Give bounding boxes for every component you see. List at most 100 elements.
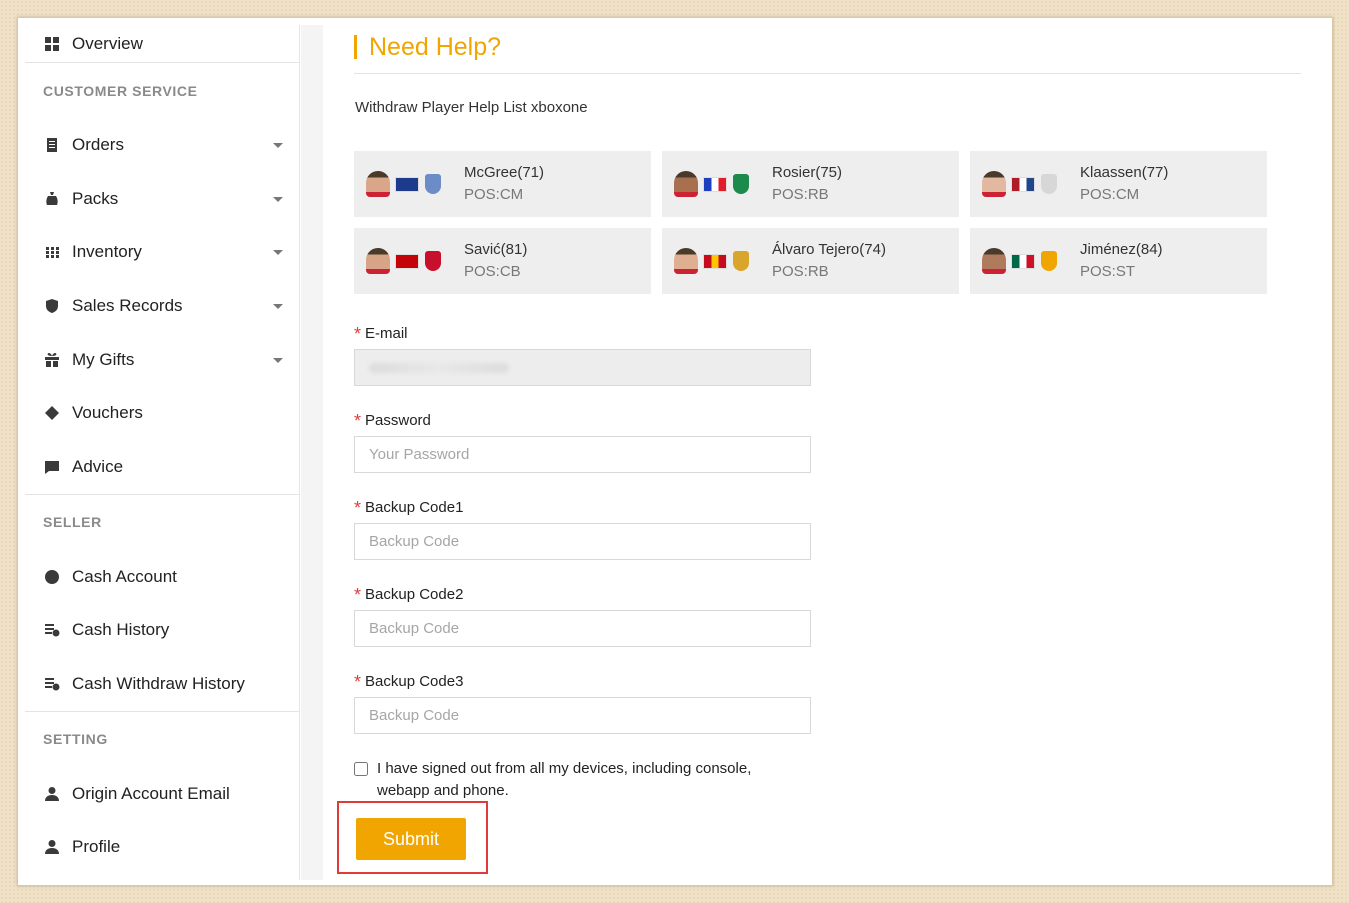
sidebar-gutter (301, 25, 323, 880)
player-name: McGree(71) (464, 164, 545, 181)
player-face-icon (366, 248, 390, 274)
packs-bag-icon (43, 190, 61, 208)
caret-down-icon (273, 142, 283, 148)
player-face-icon (982, 248, 1006, 274)
sidebar-item-inventory[interactable]: Inventory (25, 225, 299, 279)
backup-code2-label: * Backup Code2 (354, 584, 814, 605)
nation-flag-icon (1011, 176, 1035, 192)
page-title: Need Help? (354, 32, 501, 62)
page-title-text: Need Help? (369, 32, 502, 61)
club-badge-icon (1041, 251, 1057, 271)
signout-confirmation: I have signed out from all my devices, i… (354, 758, 814, 802)
sidebar-item-my-gifts[interactable]: My Gifts (25, 333, 299, 387)
sidebar-item-label: Packs (72, 188, 119, 208)
email-field[interactable] (354, 349, 811, 386)
cash-withdraw-icon (43, 675, 61, 693)
player-info: McGree(71) POS:CM (464, 162, 544, 206)
submit-button[interactable]: Submit (356, 818, 466, 860)
sidebar-item-label: Vouchers (72, 403, 143, 423)
sidebar-item-origin-account-email[interactable]: Origin Account Email (25, 767, 299, 821)
sidebar-item-overview[interactable]: Overview (25, 25, 299, 63)
submit-highlight-box: Submit (337, 801, 488, 874)
sidebar-item-advice[interactable]: Advice (25, 440, 299, 494)
orders-icon (43, 136, 61, 154)
sidebar-section-title: SETTING (43, 731, 108, 748)
gift-icon (43, 351, 61, 369)
signout-checkbox[interactable] (354, 762, 368, 776)
sidebar-section-title: CUSTOMER SERVICE (43, 82, 198, 99)
password-label-text: Password (365, 411, 431, 429)
sidebar-item-orders[interactable]: Orders (25, 118, 299, 172)
main-content: Need Help? Withdraw Player Help List xbo… (337, 18, 1314, 885)
sidebar-item-label: Cash Withdraw History (72, 674, 245, 694)
user-icon (43, 785, 61, 803)
player-position: POS:RB (772, 186, 829, 203)
dashboard-grid-icon (43, 35, 61, 53)
player-info: Álvaro Tejero(74) POS:RB (772, 239, 886, 283)
backup-code1-label-text: Backup Code1 (365, 498, 464, 516)
sidebar-item-cash-account[interactable]: Cash Account (25, 550, 299, 604)
backup-code1-field[interactable] (354, 523, 811, 560)
nation-flag-icon (395, 176, 419, 192)
player-images (970, 171, 1080, 197)
player-images (662, 171, 772, 197)
nation-flag-icon (703, 253, 727, 269)
sidebar-item-cash-withdraw-history[interactable]: Cash Withdraw History (25, 657, 299, 711)
password-label: * Password (354, 410, 814, 431)
caret-down-icon (273, 303, 283, 309)
sidebar-item-sales-records[interactable]: Sales Records (25, 279, 299, 333)
email-label-text: E-mail (365, 324, 408, 342)
sidebar-sections: CUSTOMER SERVICE Orders Packs Inventory Sale… (25, 63, 299, 874)
email-label: * E-mail (354, 323, 814, 344)
nation-flag-icon (1011, 253, 1035, 269)
player-images (354, 248, 464, 274)
backup-code1-label: * Backup Code1 (354, 497, 814, 518)
sidebar-item-label: Profile (72, 837, 121, 857)
player-position: POS:RB (772, 263, 829, 280)
sidebar-item-label: Orders (72, 134, 124, 154)
player-name: Jiménez(84) (1080, 241, 1163, 258)
withdraw-form: * E-mail * Password * Backup Code1 * Bac… (354, 323, 814, 802)
player-name: Savić(81) (464, 241, 528, 258)
player-face-icon (982, 171, 1006, 197)
nation-flag-icon (703, 176, 727, 192)
sidebar: Overview CUSTOMER SERVICE Orders Packs Inve… (25, 25, 300, 880)
player-face-icon (674, 171, 698, 197)
nation-flag-icon (395, 253, 419, 269)
message-icon (43, 458, 61, 476)
required-asterisk: * (354, 585, 362, 605)
required-asterisk: * (354, 324, 362, 344)
backup-code3-field[interactable] (354, 697, 811, 734)
caret-down-icon (273, 196, 283, 202)
sidebar-item-vouchers[interactable]: Vouchers (25, 386, 299, 440)
page-frame: Overview CUSTOMER SERVICE Orders Packs Inve… (17, 17, 1333, 886)
club-badge-icon (1041, 174, 1057, 194)
sidebar-item-label: My Gifts (72, 349, 135, 369)
player-face-icon (366, 171, 390, 197)
sidebar-item-label: Sales Records (72, 295, 183, 315)
backup-code2-label-text: Backup Code2 (365, 585, 464, 603)
player-card: Rosier(75) POS:RB (662, 151, 959, 217)
player-position: POS:ST (1080, 263, 1136, 280)
user-icon (43, 838, 61, 856)
title-accent-bar (354, 35, 357, 59)
backup-code3-label-text: Backup Code3 (365, 672, 464, 690)
sidebar-item-cash-history[interactable]: Cash History (25, 604, 299, 658)
ticket-icon (43, 404, 61, 422)
player-card: Álvaro Tejero(74) POS:RB (662, 228, 959, 294)
player-name: Klaassen(77) (1080, 164, 1169, 181)
required-asterisk: * (354, 498, 362, 518)
sidebar-section-title: SELLER (43, 514, 102, 531)
player-card: Savić(81) POS:CB (354, 228, 651, 294)
club-badge-icon (733, 251, 749, 271)
password-field[interactable] (354, 436, 811, 473)
shield-dollar-icon (43, 297, 61, 315)
sidebar-item-profile[interactable]: Profile (25, 821, 299, 875)
caret-down-icon (273, 357, 283, 363)
backup-code3-label: * Backup Code3 (354, 671, 814, 692)
player-position: POS:CM (1080, 186, 1140, 203)
backup-code2-field[interactable] (354, 610, 811, 647)
player-face-icon (674, 248, 698, 274)
sidebar-item-label: Origin Account Email (72, 783, 230, 803)
sidebar-item-packs[interactable]: Packs (25, 172, 299, 226)
